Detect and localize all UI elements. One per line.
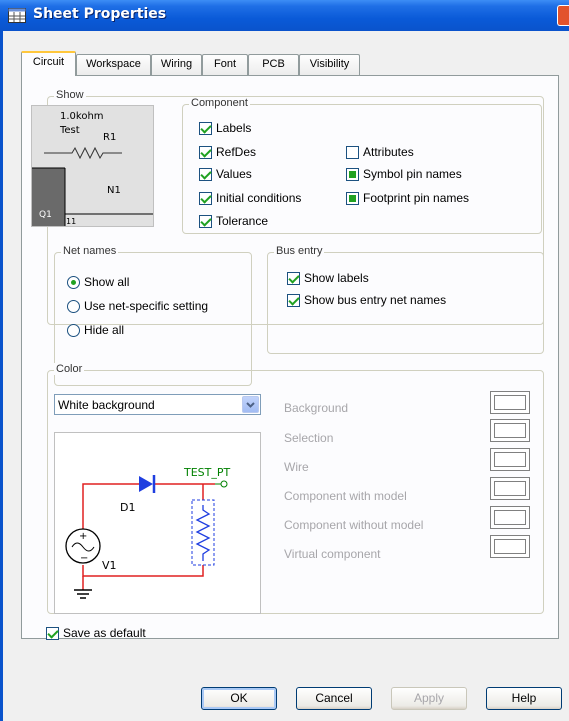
refdes-label[interactable]: RefDes bbox=[216, 145, 256, 159]
window-title: Sheet Properties bbox=[33, 6, 167, 22]
symbol-pin-names-label[interactable]: Symbol pin names bbox=[363, 167, 462, 181]
cancel-button[interactable]: Cancel bbox=[296, 687, 372, 710]
virtual-component-color-label: Virtual component bbox=[284, 547, 381, 561]
initial-conditions-checkbox[interactable] bbox=[199, 192, 212, 205]
preview-part-ref: Q1 bbox=[39, 210, 52, 220]
show-group-label: Show bbox=[54, 89, 86, 101]
dialog-body: Circuit Workspace Wiring Font PCB Visibi… bbox=[0, 31, 569, 721]
refdes-checkbox[interactable] bbox=[199, 146, 212, 159]
values-checkbox[interactable] bbox=[199, 168, 212, 181]
component-group-label: Component bbox=[189, 97, 250, 109]
tab-circuit[interactable]: Circuit bbox=[21, 51, 76, 76]
hide-all-label[interactable]: Hide all bbox=[84, 323, 124, 337]
symbol-pin-names-checkbox[interactable] bbox=[346, 168, 359, 181]
tab-wiring[interactable]: Wiring bbox=[151, 54, 202, 75]
values-label[interactable]: Values bbox=[216, 167, 252, 181]
initial-conditions-label[interactable]: Initial conditions bbox=[216, 191, 301, 205]
preview-drawing: 1.0kohm Test R1 N1 Q1 11 bbox=[32, 111, 153, 226]
tolerance-checkbox[interactable] bbox=[199, 215, 212, 228]
attributes-label[interactable]: Attributes bbox=[363, 145, 414, 159]
virtual-component-color-swatch[interactable] bbox=[490, 535, 530, 558]
footprint-pin-names-checkbox[interactable] bbox=[346, 192, 359, 205]
close-button[interactable] bbox=[557, 5, 569, 26]
attributes-checkbox[interactable] bbox=[346, 146, 359, 159]
tolerance-label[interactable]: Tolerance bbox=[216, 214, 268, 228]
show-bus-entry-net-names-checkbox[interactable] bbox=[287, 294, 300, 307]
title-bar[interactable]: Sheet Properties bbox=[0, 0, 569, 31]
source-ref-text: V1 bbox=[102, 559, 117, 572]
apply-button[interactable]: Apply bbox=[391, 687, 467, 710]
tab-font[interactable]: Font bbox=[202, 54, 248, 75]
save-as-default-label[interactable]: Save as default bbox=[63, 626, 146, 640]
tab-visibility[interactable]: Visibility bbox=[299, 54, 360, 75]
show-all-label[interactable]: Show all bbox=[84, 275, 129, 289]
background-color-swatch[interactable] bbox=[490, 391, 530, 414]
background-color-label: Background bbox=[284, 401, 349, 415]
save-as-default-checkbox[interactable] bbox=[46, 627, 59, 640]
svg-text:−: − bbox=[80, 553, 88, 564]
circuit-preview: + − TEST_PT D1 V1 bbox=[54, 432, 261, 614]
chevron-down-icon[interactable] bbox=[242, 396, 259, 413]
show-labels-checkbox[interactable] bbox=[287, 272, 300, 285]
circuit-drawing: + − TEST_PT D1 V1 bbox=[65, 466, 231, 599]
preview-resistor-ref: R1 bbox=[103, 132, 116, 143]
show-labels-label[interactable]: Show labels bbox=[304, 271, 369, 285]
net-specific-radio[interactable] bbox=[67, 300, 80, 313]
tab-workspace[interactable]: Workspace bbox=[76, 54, 151, 75]
show-bus-entry-net-names-label[interactable]: Show bus entry net names bbox=[304, 293, 446, 307]
sheet-properties-icon bbox=[8, 8, 26, 23]
component-without-model-color-label: Component without model bbox=[284, 518, 424, 532]
wire-color-label: Wire bbox=[284, 460, 309, 474]
selection-color-label: Selection bbox=[284, 431, 334, 445]
help-button[interactable]: Help bbox=[486, 687, 562, 710]
selection-color-swatch[interactable] bbox=[490, 419, 530, 442]
labels-label[interactable]: Labels bbox=[216, 121, 251, 135]
footprint-pin-names-label[interactable]: Footprint pin names bbox=[363, 191, 469, 205]
color-group-label: Color bbox=[54, 363, 85, 375]
labels-checkbox[interactable] bbox=[199, 122, 212, 135]
preview-value: 1.0kohm bbox=[60, 111, 104, 122]
hide-all-radio[interactable] bbox=[67, 324, 80, 337]
net-specific-label[interactable]: Use net-specific setting bbox=[84, 299, 208, 313]
bus-entry-group-label: Bus entry bbox=[274, 245, 325, 257]
circuit-tab-panel: Show 1.0kohm Test R1 N1 Q1 11 Component … bbox=[21, 75, 559, 640]
component-with-model-color-label: Component with model bbox=[284, 489, 407, 503]
color-scheme-value: White background bbox=[58, 398, 155, 412]
preview-net: N1 bbox=[107, 185, 121, 196]
component-with-model-color-swatch[interactable] bbox=[490, 477, 530, 500]
net-label-text: TEST_PT bbox=[183, 466, 231, 479]
net-names-group-label: Net names bbox=[61, 245, 119, 257]
preview-pin: 11 bbox=[66, 217, 76, 226]
component-preview: 1.0kohm Test R1 N1 Q1 11 bbox=[31, 105, 154, 227]
svg-text:+: + bbox=[79, 531, 87, 542]
component-without-model-color-swatch[interactable] bbox=[490, 506, 530, 529]
tab-pcb[interactable]: PCB bbox=[248, 54, 299, 75]
color-scheme-select[interactable]: White background bbox=[54, 394, 261, 415]
diode-ref-text: D1 bbox=[120, 501, 135, 514]
show-all-radio[interactable] bbox=[67, 276, 80, 289]
wire-color-swatch[interactable] bbox=[490, 448, 530, 471]
preview-name: Test bbox=[59, 125, 80, 136]
ok-button[interactable]: OK bbox=[201, 687, 277, 710]
